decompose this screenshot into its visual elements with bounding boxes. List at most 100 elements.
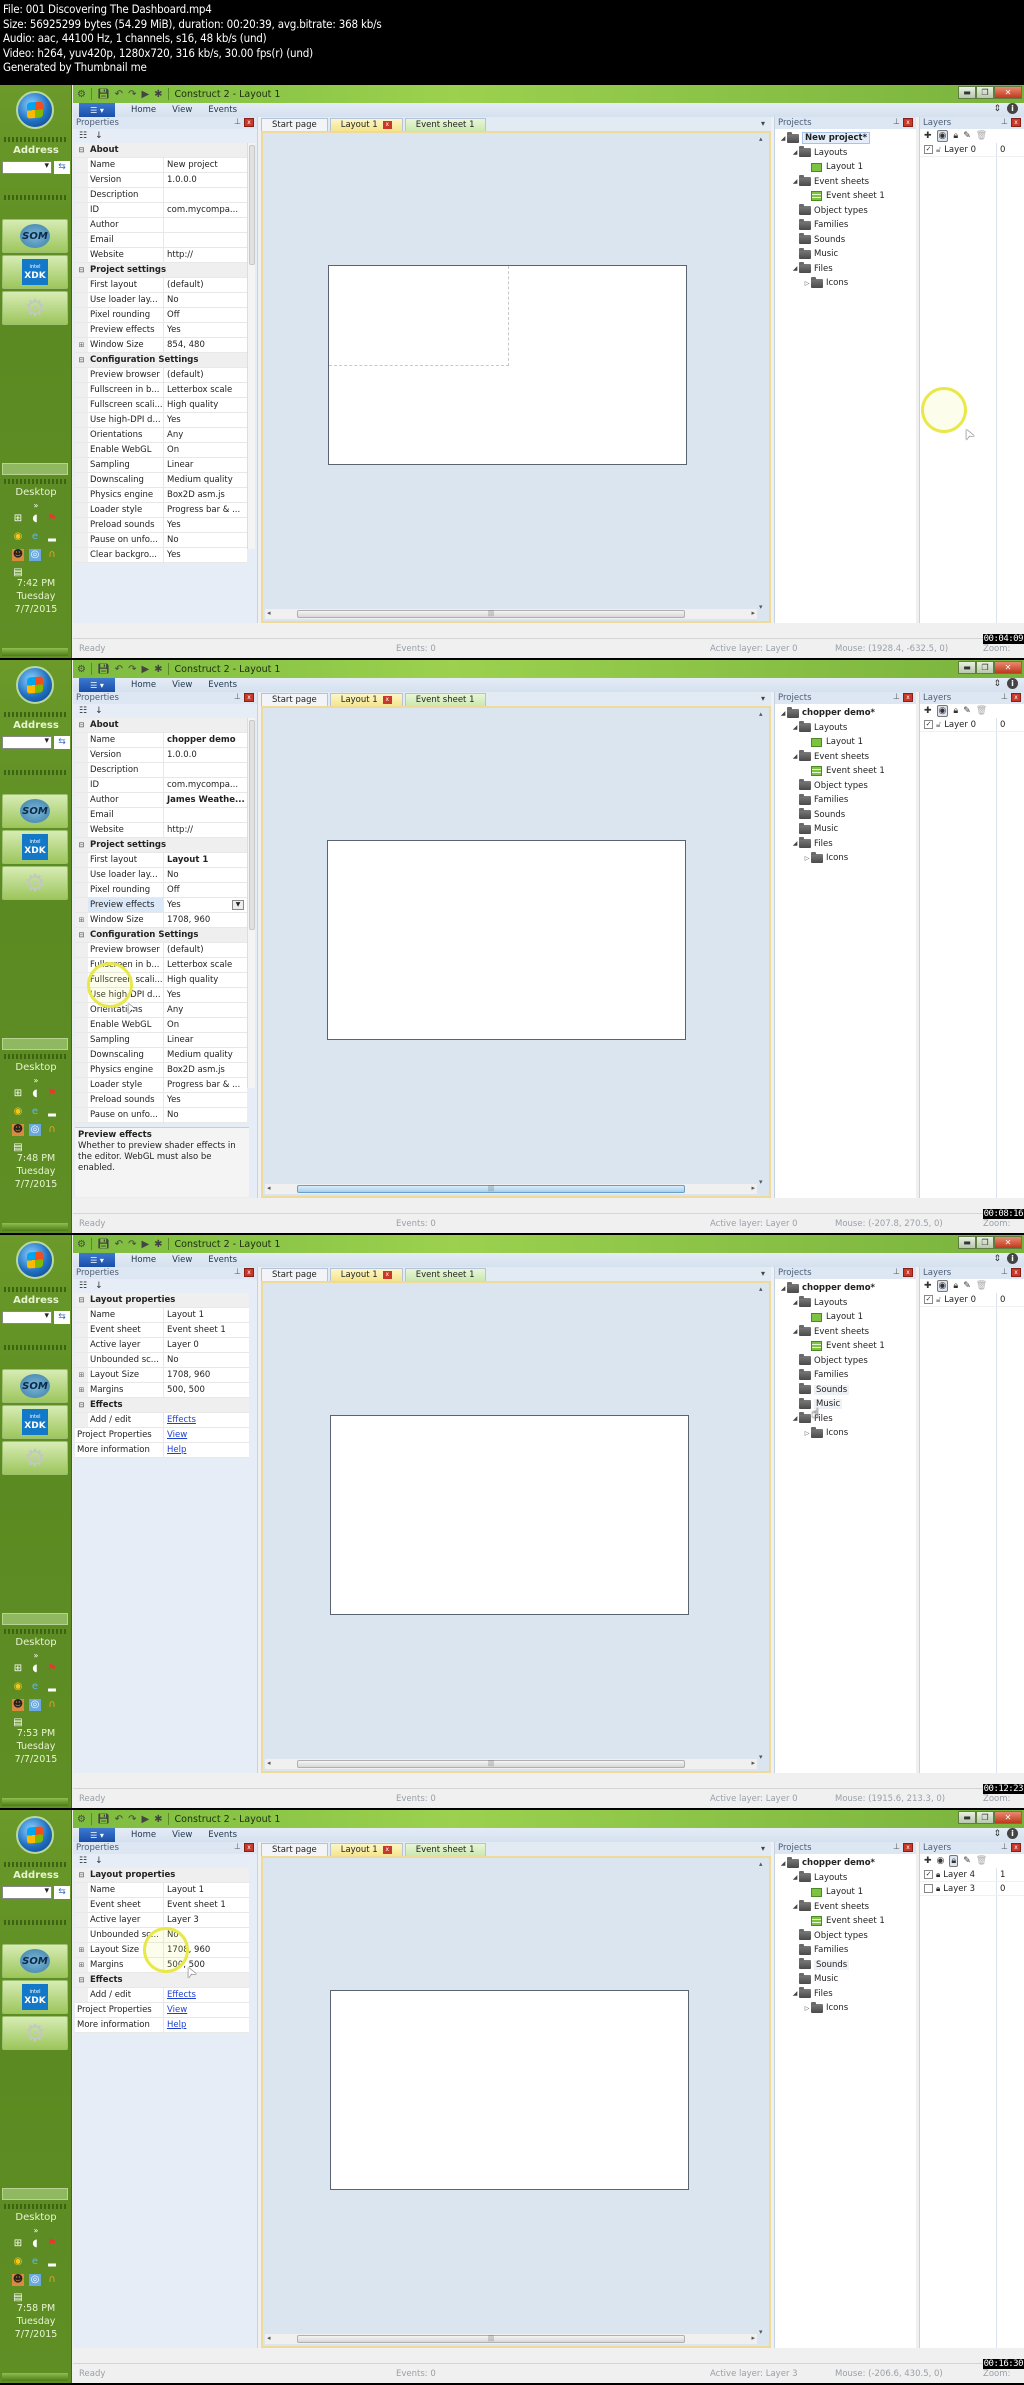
expand-icon[interactable]: ⊞ xyxy=(75,1383,88,1397)
info-icon[interactable]: i xyxy=(1007,1828,1018,1839)
canvas-vertical-scrollbar[interactable]: ▴ ▾ xyxy=(757,1285,767,1761)
property-value[interactable]: Layout 1 xyxy=(164,1883,249,1897)
file-menu-button[interactable]: ☰ ▾ xyxy=(79,1253,115,1267)
tree-item[interactable]: Music xyxy=(775,1972,916,1987)
undo-icon[interactable]: ↶ xyxy=(115,1814,123,1825)
tree-item[interactable]: ◢ Event sheets xyxy=(775,175,916,190)
dropdown-arrow-icon[interactable]: ▼ xyxy=(232,900,244,910)
close-panel-icon[interactable]: x xyxy=(1011,693,1021,702)
save-icon[interactable]: 💾︎ xyxy=(97,664,110,675)
property-value[interactable]: 1.0.0.0 xyxy=(164,173,247,187)
property-category[interactable]: ⊟ Configuration Settings xyxy=(75,928,247,943)
collapse-icon[interactable]: ⊟ xyxy=(75,1293,88,1307)
edit-pencil-icon[interactable]: ✎ xyxy=(963,706,971,716)
volume-icon[interactable]: ◖ xyxy=(29,2238,41,2250)
property-value[interactable]: chopper demo xyxy=(164,733,247,747)
tree-item[interactable]: Sounds xyxy=(775,1958,916,1973)
property-value[interactable]: Yes xyxy=(164,548,247,562)
property-row[interactable]: Sampling Linear xyxy=(75,458,247,473)
tree-item[interactable]: ◢ Event sheets xyxy=(775,1900,916,1915)
tree-item[interactable]: ▷ Icons xyxy=(775,2001,916,2016)
collapse-icon[interactable]: ⊟ xyxy=(75,1868,88,1882)
scrollbar-thumb[interactable]: ||| xyxy=(297,1760,685,1768)
save-icon[interactable]: 💾︎ xyxy=(97,1814,110,1825)
tree-item[interactable]: Families xyxy=(775,1368,916,1383)
categorized-view-icon[interactable]: ☷ xyxy=(79,706,87,716)
tree-item[interactable]: Object types xyxy=(775,1929,916,1944)
canvas-vertical-scrollbar[interactable]: ▴ ▾ xyxy=(757,135,767,611)
property-value[interactable]: New project xyxy=(164,158,247,172)
property-value[interactable]: com.mycompa... xyxy=(164,203,247,217)
tree-expander-icon[interactable]: ◢ xyxy=(779,710,787,717)
tree-expander-icon[interactable]: ◢ xyxy=(791,1299,799,1306)
tree-item[interactable]: ◢ Files xyxy=(775,1987,916,2002)
property-value[interactable]: 1708, 960 xyxy=(164,1368,249,1382)
property-row[interactable]: Use loader lay... No xyxy=(75,868,247,883)
tree-item[interactable]: Families xyxy=(775,1943,916,1958)
property-row[interactable]: Description xyxy=(75,188,247,203)
property-value[interactable]: Yes xyxy=(164,988,247,1002)
close-panel-icon[interactable]: x xyxy=(244,1268,254,1277)
tree-expander-icon[interactable]: ◢ xyxy=(791,1328,799,1335)
add-layer-icon[interactable]: ✚ xyxy=(924,706,932,716)
property-value[interactable]: Layer 3 xyxy=(164,1913,249,1927)
taskbar-grip[interactable] xyxy=(4,1920,68,1925)
taskbar-clock[interactable]: 7:58 PM Tuesday 7/7/2015 xyxy=(0,2302,72,2341)
property-category[interactable]: ⊟ Effects xyxy=(75,1398,249,1413)
tree-item[interactable]: Layout 1 xyxy=(775,735,916,750)
tree-expander-icon[interactable]: ◢ xyxy=(791,1874,799,1881)
property-value[interactable]: Layout 1 xyxy=(164,853,247,867)
property-row[interactable]: Enable WebGL On xyxy=(75,1018,247,1033)
taskbar-scrollbar[interactable] xyxy=(2,463,68,475)
close-button[interactable]: ✕ xyxy=(994,86,1022,99)
address-go-icon[interactable]: ⇆ xyxy=(54,1886,70,1899)
edit-pencil-icon[interactable]: ✎ xyxy=(963,1281,971,1291)
layer-row[interactable]: ✓ 🔓︎ Layer 0 0 xyxy=(920,143,1024,157)
property-value[interactable]: Progress bar & ... xyxy=(164,1078,247,1092)
xdk-taskbar-button[interactable]: intel XDK xyxy=(2,830,68,864)
tree-expander-icon[interactable]: ◢ xyxy=(791,1415,799,1422)
tree-item[interactable]: ◢ Event sheets xyxy=(775,750,916,765)
tab-layout-1[interactable]: Layout 1x xyxy=(329,1843,403,1856)
debug-icon[interactable]: ✱ xyxy=(154,1239,162,1250)
expand-ribbon-icon[interactable]: ⇕ xyxy=(993,679,1001,689)
tree-expander-icon[interactable]: ▷ xyxy=(803,855,811,862)
canvas-horizontal-scrollbar[interactable]: ◂ ||| ▸ xyxy=(265,1184,757,1194)
canvas-horizontal-scrollbar[interactable]: ◂ ||| ▸ xyxy=(265,2334,757,2344)
start-button[interactable] xyxy=(16,1816,54,1854)
tree-item[interactable]: Event sheet 1 xyxy=(775,189,916,204)
ribbon-tab-home[interactable]: Home xyxy=(131,680,156,690)
tree-item[interactable]: Families xyxy=(775,218,916,233)
property-category[interactable]: ⊟ Effects xyxy=(75,1973,249,1988)
property-value[interactable]: Progress bar & ... xyxy=(164,503,247,517)
property-row[interactable]: Project Properties View xyxy=(75,1428,249,1443)
scrollbar-thumb[interactable]: ||| xyxy=(297,1185,685,1193)
property-row[interactable]: First layout Layout 1 xyxy=(75,853,247,868)
property-value[interactable]: James Weathe... xyxy=(164,793,247,807)
tab-start-page[interactable]: Start page xyxy=(261,118,328,131)
close-panel-icon[interactable]: x xyxy=(903,1268,913,1277)
close-button[interactable]: ✕ xyxy=(994,661,1022,674)
property-value[interactable]: High quality xyxy=(164,398,247,412)
ie-browser-icon[interactable]: e xyxy=(29,2256,41,2268)
property-category[interactable]: ⊟ Configuration Settings xyxy=(75,353,247,368)
property-row[interactable]: ID com.mycompa... xyxy=(75,778,247,793)
ie-browser-icon[interactable]: e xyxy=(29,1106,41,1118)
property-link[interactable]: Help xyxy=(164,2018,249,2032)
som-taskbar-button[interactable]: SOM xyxy=(2,1369,68,1403)
taskbar-clock[interactable]: 7:53 PM Tuesday 7/7/2015 xyxy=(0,1727,72,1766)
layout-canvas[interactable]: ▴ ▾ ◂ ||| ▸ xyxy=(261,706,771,1198)
tree-expander-icon[interactable]: ◢ xyxy=(791,1903,799,1910)
property-value[interactable]: No xyxy=(164,1353,249,1367)
debug-icon[interactable]: ✱ xyxy=(154,89,162,100)
action-center-flag-icon[interactable]: ⚑ xyxy=(46,1088,58,1100)
layout-area[interactable] xyxy=(328,265,687,465)
close-tab-icon[interactable]: x xyxy=(382,696,392,704)
tree-expander-icon[interactable]: ▷ xyxy=(803,2005,811,2012)
app-tray-icon[interactable]: ☻ xyxy=(12,549,24,561)
edit-pencil-icon[interactable]: ✎ xyxy=(963,1856,971,1866)
add-layer-icon[interactable]: ✚ xyxy=(924,1856,932,1866)
tab-list-dropdown-icon[interactable]: ▾ xyxy=(761,694,765,703)
chevron-down-icon[interactable]: » xyxy=(0,501,72,510)
minimize-button[interactable]: ▬ xyxy=(958,1236,976,1249)
